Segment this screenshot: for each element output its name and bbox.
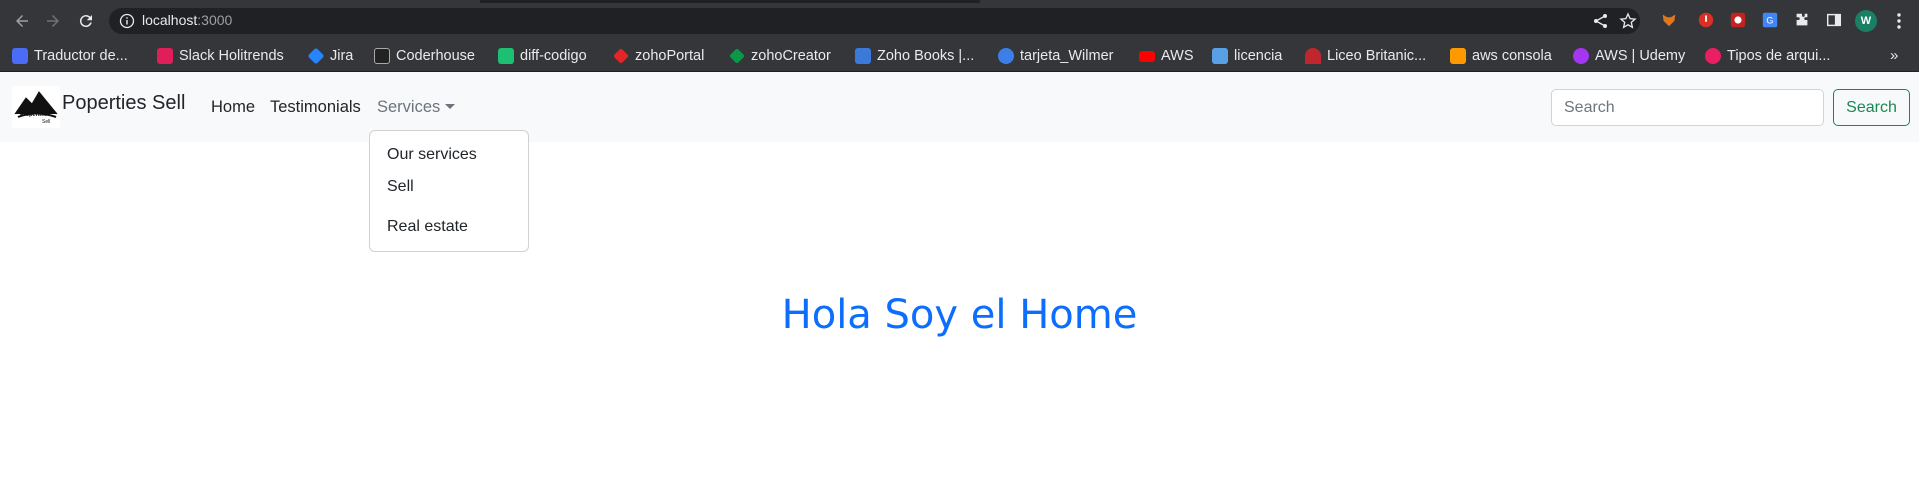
bookmark-label: Coderhouse	[396, 48, 475, 64]
svg-text:G: G	[1766, 16, 1773, 26]
bookmark-label: zohoPortal	[635, 48, 705, 64]
services-dropdown-menu: Our services Sell Real estate	[369, 130, 529, 252]
zoho-creator-icon	[729, 48, 745, 64]
home-heading: Hola Soy el Home	[781, 292, 1138, 338]
search-input[interactable]	[1551, 89, 1824, 126]
bookmark-zoho-books[interactable]: Zoho Books |...	[855, 46, 974, 66]
nav-dropdown-services[interactable]: Services	[377, 98, 456, 117]
house-logo-icon[interactable]: Properties Sell	[12, 86, 60, 128]
bookmark-label: aws consola	[1472, 48, 1552, 64]
site-navbar: Properties Sell Poperties Sell Home Test…	[0, 72, 1919, 142]
bookmark-label: Tipos de arqui...	[1727, 48, 1831, 64]
nav-link-testimonials[interactable]: Testimonials	[270, 98, 361, 117]
url-port: :3000	[197, 12, 233, 28]
slack-icon	[157, 48, 173, 64]
liceo-icon	[1305, 48, 1321, 64]
dropdown-item-sell[interactable]: Sell	[387, 178, 414, 196]
zoho-icon	[613, 48, 629, 64]
browser-toolbar: localhost:3000 G W	[0, 0, 1919, 40]
youtube-icon	[1139, 50, 1155, 62]
image-icon	[1212, 48, 1228, 64]
shield-extension-icon[interactable]	[1696, 10, 1716, 30]
red-extension-icon[interactable]	[1728, 10, 1748, 30]
side-panel-icon[interactable]	[1824, 10, 1844, 30]
bookmark-aws-youtube[interactable]: AWS	[1139, 46, 1194, 66]
logo-text-1: Properties	[20, 112, 47, 118]
nav-link-home[interactable]: Home	[211, 98, 255, 117]
profile-avatar[interactable]: W	[1855, 10, 1877, 32]
url-host: localhost	[142, 12, 198, 28]
bookmark-label: AWS	[1161, 48, 1194, 64]
bookmark-aws-consola[interactable]: aws consola	[1450, 46, 1552, 66]
translate-icon	[12, 48, 28, 64]
forward-button[interactable]	[41, 9, 65, 33]
arrow-left-icon	[16, 15, 28, 27]
bookmarks-overflow-button[interactable]: »	[1890, 47, 1898, 64]
bookmark-coderhouse[interactable]: Coderhouse	[374, 46, 475, 66]
bookmark-label: Jira	[330, 48, 354, 64]
bookmark-label: Traductor de...	[34, 48, 128, 64]
bookmark-zohocreator[interactable]: zohoCreator	[729, 46, 831, 66]
menu-icon[interactable]	[1889, 11, 1909, 31]
bookmark-udemy[interactable]: AWS | Udemy	[1573, 46, 1685, 66]
diff-icon	[498, 48, 514, 64]
dropdown-item-our-services[interactable]: Our services	[387, 146, 477, 164]
puzzle-icon[interactable]	[1792, 10, 1812, 30]
bookmark-label: AWS | Udemy	[1595, 48, 1686, 64]
services-label: Services	[377, 98, 441, 116]
bookmarks-bar: Traductor de... Slack Holitrends Jira Co…	[0, 40, 1919, 72]
url-text: localhost:3000	[142, 12, 232, 28]
arrow-right-icon	[47, 15, 59, 27]
bookmark-label: Zoho Books |...	[877, 48, 975, 64]
caret-down-icon	[445, 104, 456, 109]
fox-extension-icon[interactable]	[1659, 10, 1679, 30]
aws-cube-icon	[1450, 48, 1466, 64]
info-icon[interactable]	[119, 13, 135, 29]
pink-circle-icon	[1705, 48, 1721, 64]
reload-icon	[79, 15, 92, 28]
bookmark-label: diff-codigo	[520, 48, 587, 64]
udemy-icon	[1573, 48, 1589, 64]
bookmark-slack[interactable]: Slack Holitrends	[157, 46, 284, 66]
zoho-books-icon	[855, 48, 871, 64]
bookmark-tarjeta[interactable]: tarjeta_Wilmer	[998, 46, 1113, 66]
canva-icon	[998, 48, 1014, 64]
bookmark-label: Slack Holitrends	[179, 48, 284, 64]
bookmark-diff-codigo[interactable]: diff-codigo	[498, 46, 587, 66]
bookmark-liceo[interactable]: Liceo Britanic...	[1305, 46, 1426, 66]
bookmark-label: tarjeta_Wilmer	[1020, 48, 1114, 64]
bookmark-label: zohoCreator	[751, 48, 831, 64]
translate-extension-icon[interactable]: G	[1760, 10, 1780, 30]
back-button[interactable]	[10, 9, 34, 33]
bookmark-traductor[interactable]: Traductor de...	[12, 46, 128, 66]
bookmark-licencia[interactable]: licencia	[1212, 46, 1282, 66]
bookmark-tipos[interactable]: Tipos de arqui...	[1705, 46, 1830, 66]
coderhouse-icon	[374, 48, 390, 64]
bookmark-jira[interactable]: Jira	[307, 46, 354, 66]
dropdown-item-real-estate[interactable]: Real estate	[387, 218, 468, 236]
share-icon[interactable]	[1592, 12, 1610, 30]
reload-button[interactable]	[74, 9, 98, 33]
logo-text-2: Sell	[42, 119, 50, 125]
bookmark-label: Liceo Britanic...	[1327, 48, 1427, 64]
tab-strip	[480, 0, 980, 3]
star-icon[interactable]	[1619, 12, 1637, 30]
bookmark-label: licencia	[1234, 48, 1283, 64]
jira-icon	[307, 47, 325, 65]
search-button[interactable]: Search	[1833, 89, 1910, 126]
brand-name[interactable]: Poperties Sell	[62, 92, 185, 115]
bookmark-zohoportal[interactable]: zohoPortal	[613, 46, 704, 66]
address-bar[interactable]: localhost:3000	[109, 8, 1640, 34]
